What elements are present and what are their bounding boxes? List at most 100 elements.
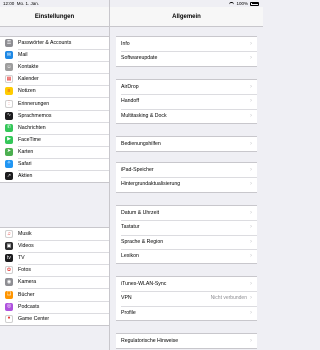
settings-row-label: Tastatur [121, 224, 140, 231]
settings-row[interactable]: Datum & Uhrzeit › [116, 206, 257, 220]
sidebar-item[interactable]: ✧ Safari [0, 157, 109, 170]
settings-row[interactable]: Handoff › [116, 94, 257, 108]
battery-percent: 100% [236, 1, 248, 6]
sidebar-item[interactable]: tv TV [0, 252, 109, 264]
settings-row-label: Multitasking & Dock [121, 112, 167, 119]
settings-row[interactable]: Sprache & Region › [116, 234, 257, 249]
status-time-date: 12:00 Mo. 1. Jan. [3, 0, 39, 7]
settings-row-value: Nicht verbunden [210, 295, 247, 302]
sidebar-item[interactable]: ➤ Karten [0, 145, 109, 158]
status-date: Mo. 1. Jan. [16, 1, 40, 6]
settings-row-label: Profile [121, 309, 136, 316]
general-title: Allgemein [110, 7, 263, 27]
settings-row-label: Info [121, 41, 130, 48]
sidebar-item[interactable]: ♫ Musik [0, 228, 109, 240]
status-time: 12:00 [3, 1, 15, 6]
settings-row[interactable]: Softwareupdate › [116, 51, 257, 65]
messages-icon: ✆ [5, 123, 13, 132]
general-settings-pane: Allgemein Info › Softwareupdate › AirDrop › Ha… [110, 0, 263, 350]
sidebar-item-label: Karten [18, 148, 34, 155]
chevron-right-icon: › [250, 167, 252, 174]
sidebar-item-label: Game Center [18, 315, 50, 322]
sidebar-item-label: Videos [18, 243, 34, 250]
chevron-right-icon: › [250, 238, 252, 245]
settings-row-label: Sprache & Region [121, 238, 164, 245]
chevron-right-icon: › [250, 112, 252, 119]
camera-icon: ◉ [5, 278, 13, 287]
settings-row[interactable]: Bedienungshilfen › [116, 137, 257, 151]
safari-icon: ✧ [5, 159, 13, 168]
sidebar-item[interactable]: ⋮ Erinnerungen [0, 97, 109, 109]
sidebar-item-label: Mail [18, 52, 28, 59]
sidebar-item-label: Kontakte [18, 64, 39, 71]
settings-row[interactable]: Hintergrundaktualisierung › [116, 177, 257, 191]
settings-row[interactable]: Tastatur › [116, 220, 257, 234]
chevron-right-icon: › [250, 55, 252, 62]
settings-row-label: Softwareupdate [121, 55, 158, 62]
sidebar-item[interactable]: ▦ Kalender [0, 73, 109, 85]
facetime-icon: ▶ [5, 135, 13, 144]
sidebar-item[interactable]: ☺ Kontakte [0, 61, 109, 73]
settings-group: Bedienungshilfen › [116, 136, 257, 153]
videos-icon: ▣ [5, 242, 13, 251]
settings-row[interactable]: AirDrop › [116, 80, 257, 94]
status-bar: 12:00 Mo. 1. Jan. 100% [0, 0, 263, 7]
photos-icon: ✿ [5, 266, 13, 275]
settings-row-label: iPad-Speicher [121, 167, 154, 174]
notes-icon: ≡ [5, 87, 13, 96]
sidebar-item[interactable]: ∿ Sprachmemos [0, 109, 109, 122]
voice-memos-icon: ∿ [5, 111, 13, 120]
settings-row[interactable]: Multitasking & Dock › [116, 108, 257, 123]
chevron-right-icon: › [250, 309, 252, 316]
chevron-right-icon: › [250, 141, 252, 148]
chevron-right-icon: › [250, 84, 252, 91]
battery-icon [250, 1, 259, 6]
chevron-right-icon: › [250, 224, 252, 231]
settings-row[interactable]: Regulatorische Hinweise › [116, 334, 257, 348]
sidebar-item[interactable]: ↗ Aktien [0, 170, 109, 182]
sidebar-item[interactable]: ▣ Videos [0, 240, 109, 252]
settings-row-label: Hintergrundaktualisierung [121, 181, 181, 188]
chevron-right-icon: › [250, 210, 252, 217]
settings-sidebar: Einstellungen ⚿ Passwörter & Accounts ✉ Mai… [0, 0, 110, 350]
tv-icon: tv [5, 254, 13, 263]
status-right: 100% [229, 0, 259, 7]
settings-group: iTunes-WLAN-Sync › VPN Nicht verbunden › Prof… [116, 276, 257, 321]
sidebar-item-label: Safari [18, 160, 32, 167]
sidebar-item[interactable]: ▶ FaceTime [0, 133, 109, 146]
settings-row[interactable]: iPad-Speicher › [116, 163, 257, 177]
chevron-right-icon: › [250, 253, 252, 260]
chevron-right-icon: › [250, 41, 252, 48]
sidebar-item[interactable]: ✉ Mail [0, 49, 109, 61]
settings-group: Datum & Uhrzeit › Tastatur › Sprache & Regio… [116, 205, 257, 265]
sidebar-item[interactable]: ● Game Center [0, 312, 109, 325]
settings-row[interactable]: Profile › [116, 305, 257, 320]
settings-row[interactable]: Info › [116, 37, 257, 51]
sidebar-item[interactable]: ❏ Bücher [0, 288, 109, 300]
reminders-icon: ⋮ [5, 99, 13, 108]
sidebar-item[interactable]: ⚿ Passwörter & Accounts [0, 37, 109, 49]
sidebar-item-label: Podcasts [18, 303, 40, 310]
sidebar-item-label: Nachrichten [18, 124, 46, 131]
sidebar-item-label: Fotos [18, 267, 31, 274]
sidebar-item[interactable]: ◎ Podcasts [0, 300, 109, 313]
sidebar-item-label: Aktien [18, 173, 33, 180]
maps-icon: ➤ [5, 147, 13, 156]
settings-group: Regulatorische Hinweise › [116, 333, 257, 350]
settings-row[interactable]: Lexikon › [116, 248, 257, 263]
sidebar-item-label: Erinnerungen [18, 100, 50, 107]
sidebar-item[interactable]: ✿ Fotos [0, 264, 109, 276]
sidebar-item[interactable]: ◉ Kamera [0, 276, 109, 288]
sidebar-item[interactable]: ≡ Notizen [0, 85, 109, 97]
game-center-icon: ● [5, 314, 13, 323]
sidebar-item-label: Bücher [18, 291, 35, 298]
settings-row-label: Handoff [121, 98, 140, 105]
sidebar-item-label: Sprachmemos [18, 112, 52, 119]
calendar-icon: ▦ [5, 75, 13, 84]
settings-row-label: VPN [121, 295, 132, 302]
settings-row[interactable]: VPN Nicht verbunden › [116, 291, 257, 305]
chevron-right-icon: › [250, 295, 252, 302]
sidebar-item[interactable]: ✆ Nachrichten [0, 121, 109, 134]
settings-row[interactable]: iTunes-WLAN-Sync › [116, 277, 257, 291]
sidebar-item-label: TV [18, 255, 25, 262]
